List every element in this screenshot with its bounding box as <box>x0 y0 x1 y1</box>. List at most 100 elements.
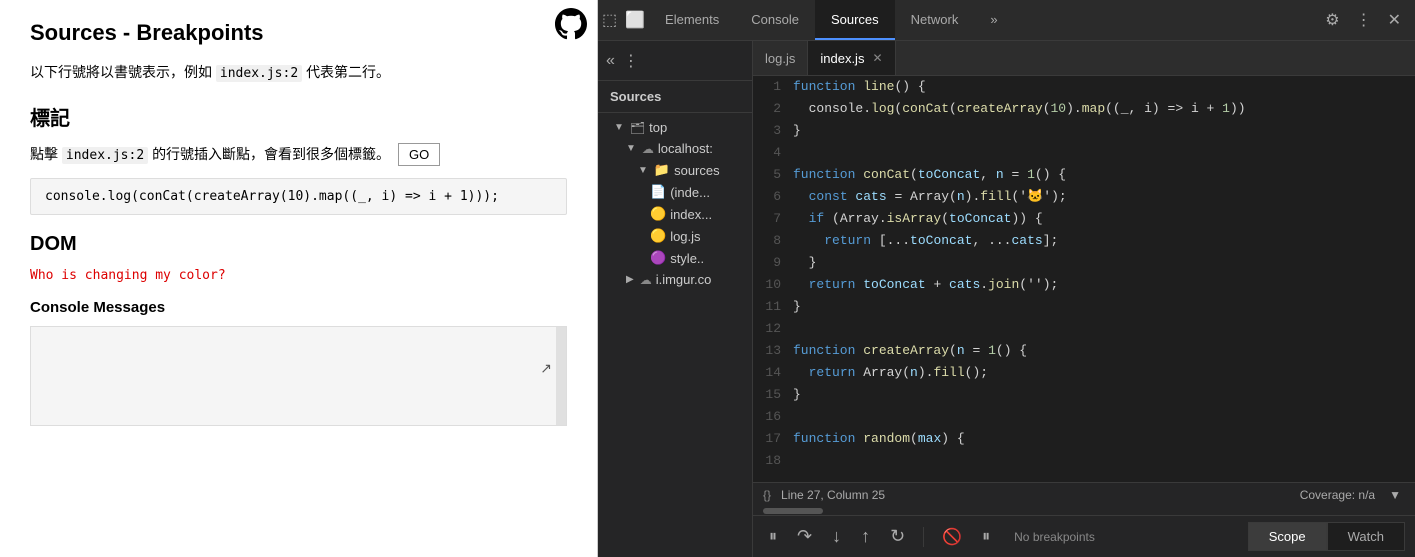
tree-item-index-js[interactable]: 🟡 index... <box>598 203 752 225</box>
line-content-17: function random(max) { <box>793 428 965 450</box>
code-line-10[interactable]: 10 return toConcat + cats.join(''); <box>753 274 1415 296</box>
tab-elements[interactable]: Elements <box>649 0 735 40</box>
code-line-2[interactable]: 2 console.log(conCat(createArray(10).map… <box>753 98 1415 120</box>
line-number-18: 18 <box>753 450 793 472</box>
code-line-14[interactable]: 14 return Array(n).fill(); <box>753 362 1415 384</box>
line-content-5: function conCat(toConcat, n = 1() { <box>793 164 1066 186</box>
line-content-6: const cats = Array(n).fill('🐱'); <box>793 186 1067 208</box>
devtools-bottom: {} Line 27, Column 25 Coverage: n/a ▼ ⏸ <box>753 482 1415 557</box>
code-line-4[interactable]: 4 <box>753 142 1415 164</box>
tree-item-top[interactable]: ▼ 🗂 top <box>598 117 752 138</box>
code-line-13[interactable]: 13function createArray(n = 1() { <box>753 340 1415 362</box>
step-btn[interactable]: ↻ <box>884 522 911 551</box>
tree-item-localhost[interactable]: ▼ ☁ localhost: <box>598 138 752 159</box>
code-line-9[interactable]: 9 } <box>753 252 1415 274</box>
devtools-body: « ⋮ Sources ▼ 🗂 top ▼ ☁ localhost: <box>598 41 1415 557</box>
line-number-11: 11 <box>753 296 793 318</box>
editor-area: log.js index.js ✕ 1function line() {2 co… <box>753 41 1415 557</box>
line-number-5: 5 <box>753 164 793 186</box>
scope-watch-area: Scope Watch <box>1248 522 1405 551</box>
editor-scrollbar-area[interactable] <box>753 507 1415 515</box>
line-content-13: function createArray(n = 1() { <box>793 340 1027 362</box>
sidebar-dots-btn[interactable]: ⋮ <box>623 51 639 71</box>
line-number-13: 13 <box>753 340 793 362</box>
console-scrollbar[interactable] <box>556 327 566 425</box>
tree-icon-file-js1: 🟡 <box>650 206 666 222</box>
more-options-icon[interactable]: ⋮ <box>1352 6 1376 34</box>
editor-tab-log-js[interactable]: log.js <box>753 41 808 75</box>
tree-icon-file-js2: 🟡 <box>650 228 666 244</box>
editor-scrollbar-thumb[interactable] <box>763 508 823 514</box>
console-output-box <box>30 326 567 426</box>
code-line-15[interactable]: 15} <box>753 384 1415 406</box>
pause-icon: ⏸ <box>769 528 777 546</box>
tree-item-sources[interactable]: ▼ 📁 sources <box>598 159 752 181</box>
status-dropdown-icon[interactable]: ▼ <box>1385 484 1405 506</box>
step-over-icon: ↷ <box>797 526 812 547</box>
code-line-3[interactable]: 3} <box>753 120 1415 142</box>
status-position: Line 27, Column 25 <box>781 488 885 502</box>
console-messages-heading: Console Messages <box>30 299 567 316</box>
line-content-2: console.log(conCat(createArray(10).map((… <box>793 98 1246 120</box>
go-button[interactable]: GO <box>398 143 440 166</box>
tab-network[interactable]: Network <box>895 0 975 40</box>
sidebar-tabs: « ⋮ <box>598 41 752 81</box>
code-line-11[interactable]: 11} <box>753 296 1415 318</box>
tree-item-inde[interactable]: 📄 (inde... <box>598 181 752 203</box>
code-line-8[interactable]: 8 return [...toConcat, ...cats]; <box>753 230 1415 252</box>
code-line-6[interactable]: 6 const cats = Array(n).fill('🐱'); <box>753 186 1415 208</box>
line-content-10: return toConcat + cats.join(''); <box>793 274 1058 296</box>
code-line-7[interactable]: 7 if (Array.isArray(toConcat)) { <box>753 208 1415 230</box>
step-into-btn[interactable]: ↓ <box>826 522 847 551</box>
tree-icon-cloud: ☁ <box>642 142 654 156</box>
tab-more[interactable]: » <box>974 0 1013 40</box>
pause-exception-btn[interactable]: ⏸ <box>976 524 996 550</box>
editor-tab-index-js[interactable]: index.js ✕ <box>808 41 895 75</box>
sidebar-collapse-btn[interactable]: « <box>606 52 615 70</box>
braces-icon: {} <box>763 488 771 502</box>
tab-sources[interactable]: Sources <box>815 0 895 40</box>
tree-arrow-sources: ▼ <box>638 165 648 176</box>
line-number-1: 1 <box>753 76 793 98</box>
code-line-18[interactable]: 18 <box>753 450 1415 472</box>
cursor-indicator: ↗ <box>540 360 552 377</box>
tree-arrow-top: ▼ <box>614 122 624 133</box>
pause-resume-btn[interactable]: ⏸ <box>763 524 783 550</box>
line-number-15: 15 <box>753 384 793 406</box>
deactivate-icon: 🚫 <box>942 527 962 547</box>
github-logo <box>555 8 587 47</box>
code-example: console.log(conCat(createArray(10).map((… <box>30 178 567 215</box>
status-bar: {} Line 27, Column 25 Coverage: n/a ▼ <box>753 482 1415 507</box>
close-icon[interactable]: ✕ <box>1384 6 1405 34</box>
code-line-16[interactable]: 16 <box>753 406 1415 428</box>
line-number-4: 4 <box>753 142 793 164</box>
code-line-1[interactable]: 1function line() { <box>753 76 1415 98</box>
line-number-3: 3 <box>753 120 793 142</box>
tree-item-log-js[interactable]: 🟡 log.js <box>598 225 752 247</box>
step-out-btn[interactable]: ↑ <box>855 522 876 551</box>
step-icon: ↻ <box>890 526 905 547</box>
settings-icon[interactable]: ⚙ <box>1321 6 1343 34</box>
step-over-btn[interactable]: ↷ <box>791 522 818 551</box>
tab-console[interactable]: Console <box>735 0 815 40</box>
line-number-14: 14 <box>753 362 793 384</box>
code-line-5[interactable]: 5function conCat(toConcat, n = 1() { <box>753 164 1415 186</box>
tree-icon-file-gray: 📄 <box>650 184 666 200</box>
devtools-cursor-icon[interactable]: ⬚ <box>598 6 621 34</box>
line-number-9: 9 <box>753 252 793 274</box>
code-line-17[interactable]: 17function random(max) { <box>753 428 1415 450</box>
code-line-12[interactable]: 12 <box>753 318 1415 340</box>
tree-icon-file-css: 🟣 <box>650 250 666 266</box>
tree-item-style[interactable]: 🟣 style.. <box>598 247 752 269</box>
scope-tab[interactable]: Scope <box>1248 522 1327 551</box>
tab-close-icon[interactable]: ✕ <box>872 51 882 65</box>
tree-item-imgur[interactable]: ▶ ☁ i.imgur.co <box>598 269 752 290</box>
devtools-device-icon[interactable]: ⬜ <box>621 6 649 34</box>
webpage-preview: Sources - Breakpoints 以下行號將以書號表示，例如 inde… <box>0 0 598 557</box>
deactivate-btn[interactable]: 🚫 <box>936 523 968 551</box>
line-number-6: 6 <box>753 186 793 208</box>
watch-tab[interactable]: Watch <box>1327 522 1405 551</box>
line-content-9: } <box>793 252 816 274</box>
breakpoint-description: 點擊 index.js:2 的行號插入斷點，會看到很多個標籤。 GO <box>30 143 567 166</box>
code-editor[interactable]: 1function line() {2 console.log(conCat(c… <box>753 76 1415 482</box>
